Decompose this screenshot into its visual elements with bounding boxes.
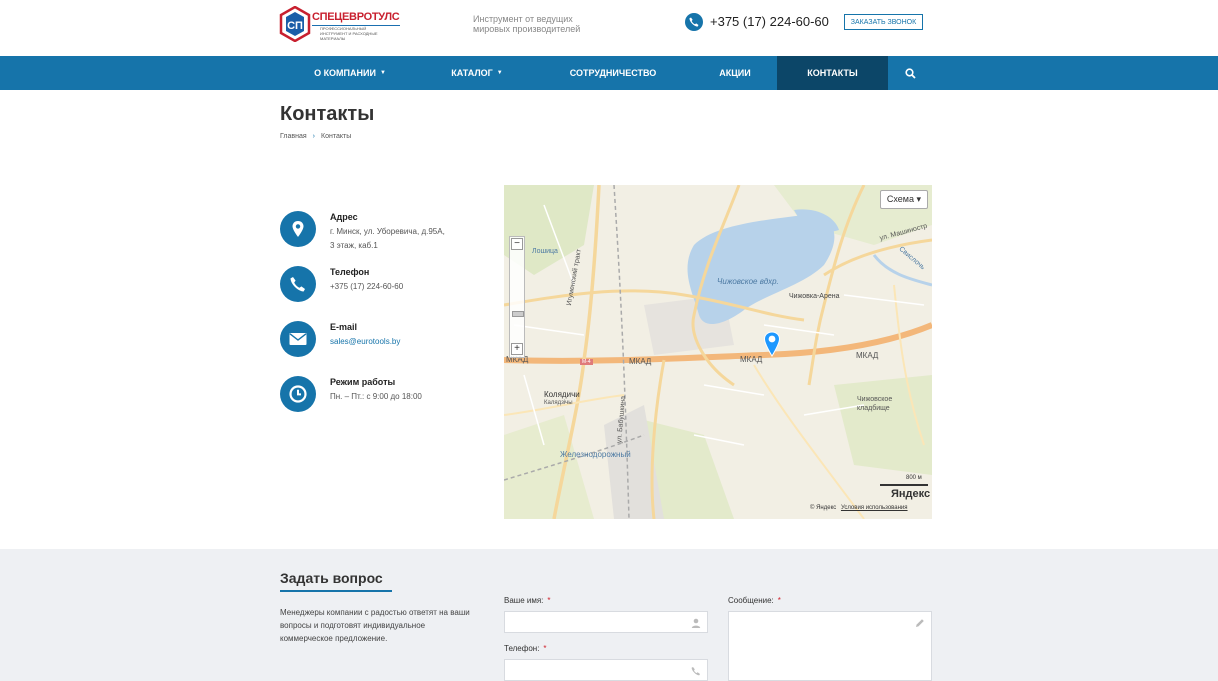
map-label-mkad-4: МКАД — [856, 351, 879, 360]
breadcrumb-home[interactable]: Главная — [280, 133, 307, 140]
map-label-mkad-3: МКАД — [740, 355, 763, 364]
logo-subtitle: ПРОФЕССИОНАЛЬНЫЙ ИНСТРУМЕНТ И РАСХОДНЫЕ … — [320, 26, 378, 41]
logo-icon[interactable]: СП — [279, 6, 311, 42]
phone-icon — [280, 266, 316, 302]
phone-input[interactable] — [504, 659, 708, 681]
breadcrumb-current: Контакты — [321, 133, 352, 140]
map-type-button[interactable]: Схема ▾ — [879, 190, 928, 209]
user-icon — [691, 618, 701, 628]
map-label-arena: Чижовка-Арена — [789, 293, 840, 300]
name-input[interactable] — [504, 611, 708, 633]
phone-field-label: Телефон: * — [504, 644, 547, 653]
zoom-in-button[interactable]: + — [511, 343, 523, 355]
nav-item-contacts[interactable]: КОНТАКТЫ — [777, 56, 888, 90]
message-label: Сообщение: * — [728, 596, 781, 605]
yandex-logo: Яндекс — [891, 488, 931, 500]
phone-icon — [691, 667, 700, 676]
zoom-slider[interactable]: − + — [509, 236, 525, 358]
chevron-down-icon: ▼ — [379, 70, 386, 76]
clock-icon — [280, 376, 316, 412]
search-icon[interactable] — [895, 56, 925, 90]
map-label-lake: Чижовское вдхр. — [717, 277, 779, 286]
ask-question-title: Задать вопрос — [280, 570, 383, 586]
nav-item-promotions[interactable]: АКЦИИ — [700, 56, 770, 90]
map-scale-bar — [880, 484, 928, 486]
yandex-map[interactable]: Чижовское вдхр. Чижовка-Арена МКАД МКАД … — [504, 185, 932, 519]
header-phone[interactable]: +375 (17) 224-60-60 — [710, 14, 829, 29]
map-copyright: © Яндекс Условия использования — [810, 505, 908, 511]
chevron-down-icon: ▼ — [496, 70, 503, 76]
location-pin-icon — [280, 211, 316, 247]
message-textarea[interactable] — [728, 611, 932, 681]
zoom-handle[interactable] — [512, 311, 524, 317]
email-label: E-mail — [330, 322, 358, 332]
phone-icon — [685, 13, 703, 31]
ask-title-underline — [280, 590, 392, 592]
page-title: Контакты — [280, 103, 375, 125]
hours-label: Режим работы — [330, 377, 396, 387]
breadcrumb: Главная › Контакты — [280, 133, 351, 140]
map-label-cemetery-2: кладбище — [857, 405, 890, 412]
ask-question-text: Менеджеры компании с радостью ответят на… — [280, 608, 470, 643]
name-label: Ваше имя: * — [504, 596, 551, 605]
svg-text:СП: СП — [287, 20, 303, 32]
nav-item-cooperation[interactable]: СОТРУДНИЧЕСТВО — [554, 56, 672, 90]
phone-value[interactable]: +375 (17) 224-60-60 — [330, 280, 403, 294]
phone-label: Телефон — [330, 267, 370, 277]
pencil-icon — [916, 619, 924, 627]
address-value: г. Минск, ул. Уборевича, д.95А, 3 этаж, … — [330, 227, 445, 250]
map-label-m4: М-4 — [580, 359, 593, 365]
map-terms-link[interactable]: Условия использования — [841, 505, 908, 511]
map-label-kolyadichi-by: Калядзічы — [544, 400, 573, 406]
chevron-right-icon: › — [312, 133, 315, 140]
request-call-button[interactable]: ЗАКАЗАТЬ ЗВОНОК — [844, 14, 923, 30]
address-label: Адрес — [330, 212, 358, 222]
email-link[interactable]: sales@eurotools.by — [330, 335, 400, 349]
map-label-kolyadichi: Колядичи — [544, 390, 580, 399]
email-icon — [280, 321, 316, 357]
map-label-cemetery-1: Чижовское — [857, 396, 893, 403]
map-label-loshitsa: Лошица — [532, 248, 558, 255]
map-marker-icon[interactable] — [763, 331, 783, 357]
map-label-railway: Железнодорожный — [560, 450, 631, 459]
map-label-mkad-2: МКАД — [629, 357, 652, 366]
nav-item-company[interactable]: О КОМПАНИИ ▼ — [296, 56, 404, 90]
hours-value: Пн. – Пт.: с 9:00 до 18:00 — [330, 392, 422, 401]
nav-item-catalog[interactable]: КАТАЛОГ ▼ — [428, 56, 526, 90]
main-nav: О КОМПАНИИ ▼ КАТАЛОГ ▼ СОТРУДНИЧЕСТВО АК… — [0, 56, 1218, 90]
logo-text[interactable]: СПЕЦЕВРОТУЛС — [312, 11, 400, 23]
map-scale-label: 800 м — [906, 475, 922, 481]
header-slogan: Инструмент от ведущих мировых производит… — [473, 14, 581, 34]
zoom-out-button[interactable]: − — [511, 238, 523, 250]
